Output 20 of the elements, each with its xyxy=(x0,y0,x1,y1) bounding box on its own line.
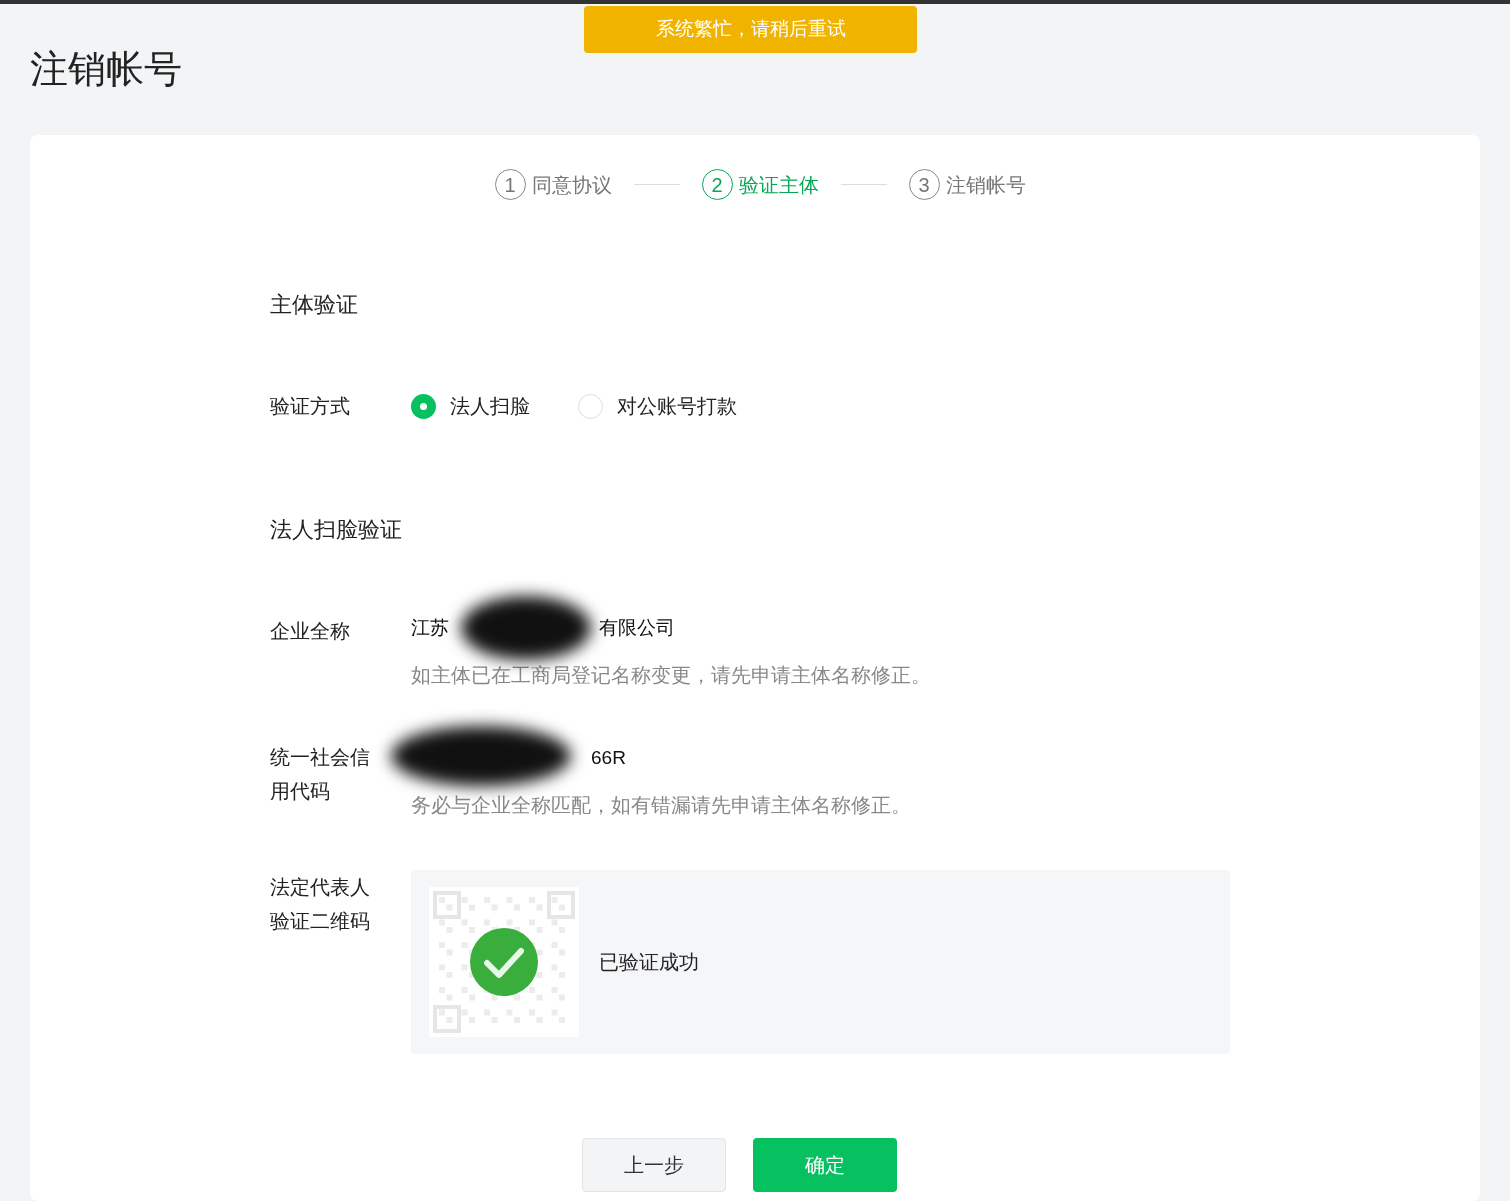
radio-option[interactable]: 法人扫脸 xyxy=(411,391,530,421)
toast: 系统繁忙，请稍后重试 xyxy=(584,6,917,53)
hint-text: 如主体已在工商局登记名称变更，请先申请主体名称修正。 xyxy=(411,663,931,688)
hint-text: 务必与企业全称匹配，如有错漏请先申请主体名称修正。 xyxy=(411,793,911,818)
field-value: 江苏 xyxy=(411,615,449,640)
page-title: 注销帐号 xyxy=(30,47,182,92)
field-label: 企业全称 xyxy=(270,619,351,644)
field-label: 法定代表人验证二维码 xyxy=(270,875,371,934)
step: 2 验证主体 xyxy=(701,169,819,200)
back-button[interactable]: 上一步 xyxy=(581,1138,726,1192)
step: 3 注销帐号 xyxy=(908,169,1026,200)
field-label: 统一社会信用代码 xyxy=(270,745,371,804)
field-value: 66R xyxy=(591,745,626,770)
radio-option[interactable]: 对公账号打款 xyxy=(578,391,737,421)
section-title: 主体验证 xyxy=(270,291,359,319)
section-title: 法人扫脸验证 xyxy=(270,516,403,544)
field-label: 验证方式 xyxy=(270,394,351,419)
field-value: 有限公司 xyxy=(599,615,675,640)
step: 1 同意协议 xyxy=(494,169,612,200)
status-text: 已验证成功 xyxy=(599,950,699,975)
